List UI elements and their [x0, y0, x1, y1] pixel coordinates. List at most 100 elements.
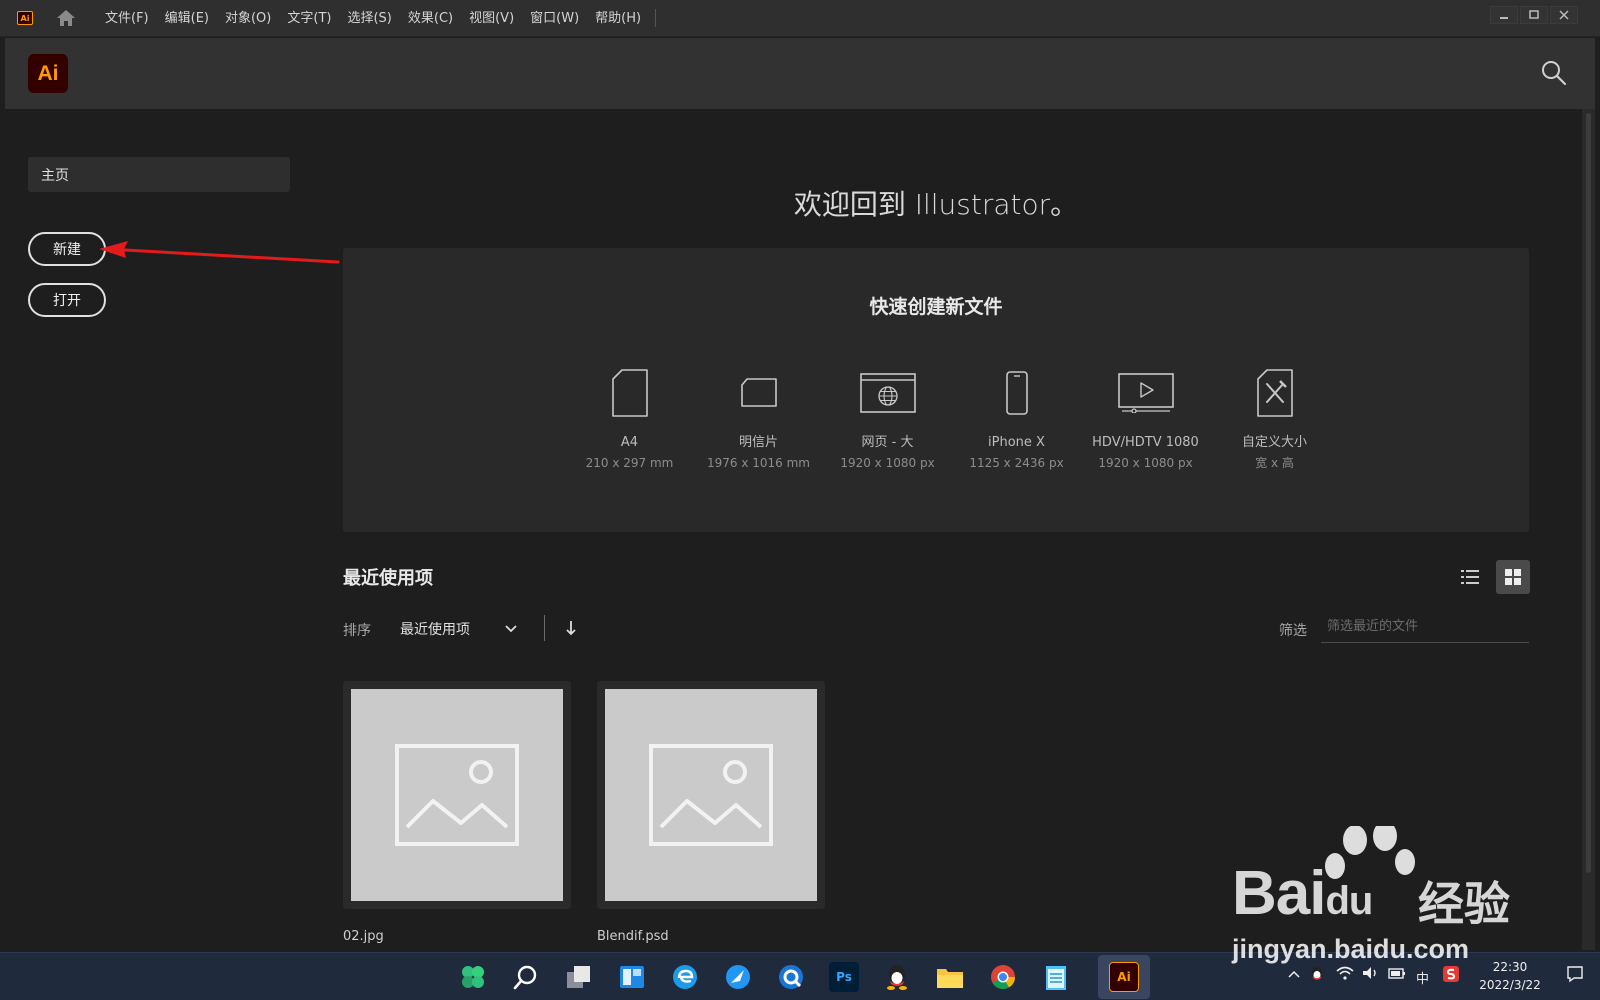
menu-select[interactable]: 选择(S): [339, 0, 399, 37]
video-icon: [1116, 364, 1176, 422]
close-icon[interactable]: [1550, 6, 1578, 24]
maximize-icon[interactable]: [1520, 6, 1548, 24]
preset-hdtv[interactable]: HDV/HDTV 1080 1920 x 1080 px: [1081, 364, 1210, 473]
task-view-icon[interactable]: [564, 962, 594, 992]
file-explorer-icon[interactable]: [935, 962, 965, 992]
sort-label: 排序: [343, 623, 371, 639]
preset-size: 宽 x 高: [1255, 456, 1294, 470]
chrome-icon[interactable]: [988, 962, 1018, 992]
notepad-icon[interactable]: [1041, 962, 1071, 992]
list-view-icon[interactable]: [1453, 560, 1487, 594]
welcome-heading: 欢迎回到 Illustrator。: [793, 188, 1079, 221]
volume-icon[interactable]: [1362, 966, 1380, 984]
annotation-arrow: [99, 241, 340, 264]
widgets-icon[interactable]: [617, 962, 647, 992]
sort-dropdown[interactable]: 最近使用项: [400, 614, 520, 644]
sort-value: 最近使用项: [400, 622, 470, 638]
wifi-icon[interactable]: [1336, 966, 1354, 984]
watermark-brand: Baidu: [1232, 858, 1373, 929]
recent-file-card[interactable]: [597, 681, 825, 909]
edge-icon[interactable]: [670, 962, 700, 992]
watermark-brand-du: du: [1325, 879, 1373, 923]
scrollbar-thumb[interactable]: [1586, 113, 1591, 873]
battery-icon[interactable]: [1388, 966, 1406, 984]
sort-divider: [544, 615, 545, 641]
preset-name: 明信片: [738, 435, 778, 450]
preset-name: A4: [620, 435, 639, 450]
web-icon: [858, 364, 918, 422]
browser-q-icon[interactable]: [776, 962, 806, 992]
clock-time: 22:30: [1492, 960, 1528, 974]
watermark-url: jingyan.baidu.com: [1232, 934, 1470, 964]
recent-file-name[interactable]: 02.jpg: [343, 929, 384, 944]
sogou-icon[interactable]: [1442, 965, 1460, 987]
menu-divider: [655, 9, 657, 27]
preset-custom[interactable]: 自定义大小 宽 x 高: [1210, 364, 1339, 473]
menu-type[interactable]: 文字(T): [279, 0, 339, 37]
chevron-down-icon: [504, 622, 518, 640]
preset-iphone-x[interactable]: iPhone X 1125 x 2436 px: [952, 364, 1081, 473]
recent-title: 最近使用项: [343, 568, 433, 589]
photoshop-icon[interactable]: Ps: [829, 962, 859, 992]
image-placeholder-icon: [605, 689, 817, 901]
chevron-up-icon[interactable]: [1288, 968, 1300, 983]
filter-label: 筛选: [1279, 623, 1307, 639]
watermark-brand-main: Bai: [1232, 859, 1326, 928]
menu-file[interactable]: 文件(F): [97, 0, 157, 37]
preset-web-large[interactable]: 网页 - 大 1920 x 1080 px: [823, 364, 952, 473]
start-icon[interactable]: [458, 962, 488, 992]
menu-bar: Ai 文件(F) 编辑(E) 对象(O) 文字(T) 选择(S) 效果(C) 视…: [0, 0, 1600, 37]
preset-name: 网页 - 大: [861, 435, 914, 450]
ai-logo: Ai: [28, 54, 68, 93]
search-taskbar-icon[interactable]: [511, 962, 541, 992]
notification-icon[interactable]: [1566, 965, 1584, 987]
menu-view[interactable]: 视图(V): [461, 0, 522, 37]
scrollbar[interactable]: [1582, 109, 1595, 950]
menu-object[interactable]: 对象(O): [217, 0, 279, 37]
menu-items: 文件(F) 编辑(E) 对象(O) 文字(T) 选择(S) 效果(C) 视图(V…: [97, 0, 649, 37]
illustrator-taskbar-icon[interactable]: Ai: [1109, 962, 1139, 992]
preset-list: A4 210 x 297 mm 明信片 1976 x 1016 mm 网页 - …: [565, 364, 1339, 473]
qq-icon[interactable]: [882, 962, 912, 992]
image-placeholder-icon: [351, 689, 563, 901]
menu-help[interactable]: 帮助(H): [587, 0, 649, 37]
search-icon[interactable]: [1541, 60, 1567, 86]
app-icon[interactable]: Ai: [17, 11, 33, 25]
ime-indicator[interactable]: 中: [1416, 968, 1429, 987]
window-controls: [1490, 6, 1578, 24]
custom-size-icon: [1245, 364, 1305, 422]
illustrator-window: Ai 文件(F) 编辑(E) 对象(O) 文字(T) 选择(S) 效果(C) 视…: [0, 0, 1600, 1000]
quick-create-title: 快速创建新文件: [869, 296, 1003, 318]
qq-tray-icon[interactable]: [1310, 965, 1324, 987]
quick-create-panel: 快速创建新文件 A4 210 x 297 mm 明信片 1976 x 1016 …: [343, 248, 1529, 532]
watermark-cn: 经验: [1418, 877, 1510, 931]
preset-name: 自定义大小: [1241, 435, 1307, 450]
preset-postcard[interactable]: 明信片 1976 x 1016 mm: [694, 364, 823, 473]
filter-input[interactable]: [1321, 611, 1529, 643]
feather-app-icon[interactable]: [723, 962, 753, 992]
preset-a4[interactable]: A4 210 x 297 mm: [565, 364, 694, 473]
preset-size: 210 x 297 mm: [585, 456, 674, 470]
minimize-icon[interactable]: [1490, 6, 1518, 24]
phone-icon: [987, 364, 1047, 422]
menu-window[interactable]: 窗口(W): [522, 0, 587, 37]
document-icon: [600, 364, 660, 422]
preset-size: 1920 x 1080 px: [1098, 456, 1193, 470]
home-header: Ai: [5, 38, 1595, 109]
recent-file-name[interactable]: Blendif.psd: [597, 929, 669, 944]
grid-view-icon[interactable]: [1496, 560, 1530, 594]
open-button[interactable]: 打开: [28, 283, 106, 317]
home-icon[interactable]: [55, 9, 77, 27]
preset-size: 1920 x 1080 px: [840, 456, 935, 470]
preset-name: HDV/HDTV 1080: [1092, 435, 1199, 450]
postcard-icon: [729, 364, 789, 422]
recent-file-card[interactable]: [343, 681, 571, 909]
sort-direction-icon[interactable]: [564, 619, 578, 637]
preset-name: iPhone X: [988, 435, 1045, 450]
menu-edit[interactable]: 编辑(E): [157, 0, 217, 37]
system-clock[interactable]: 22:30 2022/3/22: [1470, 958, 1550, 994]
clock-date: 2022/3/22: [1479, 978, 1541, 992]
nav-home[interactable]: 主页: [28, 157, 290, 192]
menu-effect[interactable]: 效果(C): [400, 0, 461, 37]
preset-size: 1125 x 2436 px: [969, 456, 1064, 470]
